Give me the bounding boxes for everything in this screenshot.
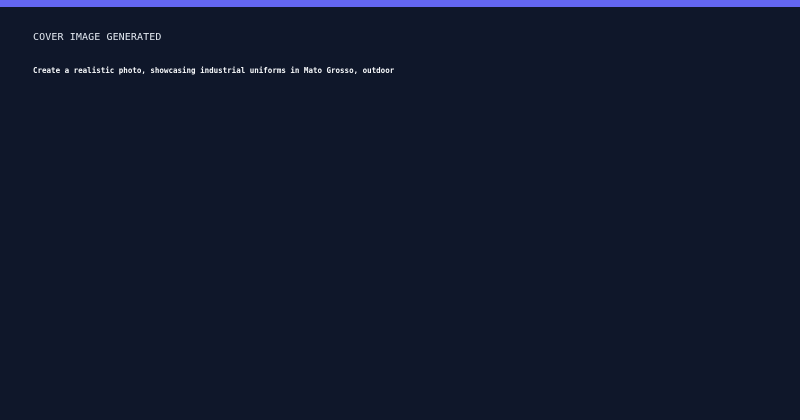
top-accent-bar	[0, 0, 800, 7]
status-title: COVER IMAGE GENERATED	[33, 32, 162, 43]
generation-prompt-text: Create a realistic photo, showcasing ind…	[33, 66, 395, 75]
cover-generation-screen: COVER IMAGE GENERATED Create a realistic…	[0, 0, 800, 420]
